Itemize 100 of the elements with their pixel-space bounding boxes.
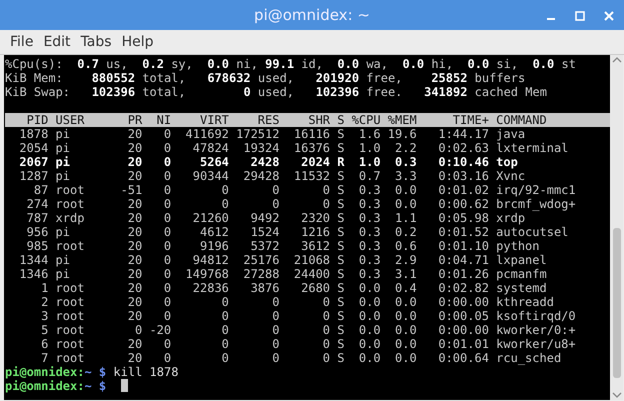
table-cell-text: 21260 (192, 211, 229, 225)
table-cell-text: 0.3 (394, 155, 417, 169)
table-cell-text: 0:02.63 (437, 141, 489, 155)
table-cell-text: 0.3 (358, 253, 381, 267)
table-cell-text: 0 (162, 253, 172, 267)
menu-item[interactable]: Help (118, 32, 158, 52)
table-cell-text: 2024 (300, 155, 330, 169)
table-cell-text: 2 (40, 295, 48, 309)
table-cell-text: 20 (126, 141, 142, 155)
table-cell-text: 0:01.10 (437, 239, 489, 253)
table-cell-text: 0 (322, 309, 330, 323)
table-cell-text: 3.3 (394, 169, 417, 183)
summary-line: KiB Swap: 102396 total, 0 used, 102396 free. 341892 cached Mem (5, 85, 548, 99)
table-cell-text: 0 (220, 295, 229, 309)
table-cell-text: 0.0 (394, 295, 417, 309)
table-cell-text: 20 (126, 253, 142, 267)
table-cell-text: 787 (26, 211, 48, 225)
prompt-host: pi@omnidex: (5, 365, 84, 379)
table-cell-text: 0.0 (394, 323, 417, 337)
table-cell: -20 (149, 323, 172, 337)
table-cell-text: pi (56, 267, 71, 281)
table-cell-text: 985 (26, 239, 48, 253)
scroll-up-icon[interactable] (610, 55, 622, 65)
text-cursor (120, 379, 128, 392)
table-cell-text: 0.0 (358, 281, 381, 295)
column-header[interactable]: PID (12, 113, 48, 127)
table-cell-text: root (56, 323, 86, 337)
table-cell-text: 1216 (300, 225, 330, 239)
table-cell-text: 9492 (250, 211, 280, 225)
table-cell-text: 0 (271, 351, 280, 365)
table-cell-text: 87 (32, 183, 48, 197)
column-header[interactable]: S (337, 113, 344, 127)
table-cell: 172512 (236, 127, 280, 141)
menu-item[interactable]: Tabs (76, 32, 116, 52)
table-cell-text: 0.0 (394, 351, 417, 365)
column-header[interactable]: PR (120, 113, 142, 127)
table-cell-text: xrdp (496, 211, 526, 225)
menu-item[interactable]: File (6, 32, 38, 52)
table-cell-text: 0 (322, 323, 330, 337)
table-cell-text: 2054 (18, 141, 48, 155)
table-cell-text: 0.3 (358, 239, 381, 253)
table-cell: S (337, 211, 344, 225)
table-cell-text: 0.0 (394, 197, 417, 211)
column-header[interactable]: RES (236, 113, 280, 127)
table-cell-text: 0 (162, 211, 172, 225)
table-cell-text: 0.0 (394, 309, 417, 323)
scroll-down-icon[interactable] (610, 390, 622, 400)
table-cell-text: 0 (322, 295, 330, 309)
table-cell-text: 16376 (292, 141, 330, 155)
column-header[interactable]: USER (56, 113, 114, 127)
table-cell-text: 0.3 (358, 267, 381, 281)
column-header[interactable]: TIME+ (424, 113, 489, 127)
column-header[interactable]: %CPU (352, 113, 381, 127)
scrollbar-thumb[interactable] (612, 228, 620, 378)
table-cell-text: 20 (126, 267, 142, 281)
table-cell-text: 1.1 (394, 211, 417, 225)
table-cell-text: 0 (162, 337, 172, 351)
table-cell-text: 149768 (184, 267, 229, 281)
table-cell-text: 0.3 (358, 211, 381, 225)
table-cell-text: 0 (134, 323, 142, 337)
column-header[interactable]: NI (149, 113, 172, 127)
column-header[interactable]: SHR (286, 113, 330, 127)
column-header[interactable]: VIRT (178, 113, 229, 127)
table-cell: S (337, 323, 344, 337)
table-cell-text: 0 (322, 197, 330, 211)
table-cell-text: 0:01.01 (437, 337, 489, 351)
table-cell-text: 20 (126, 337, 142, 351)
table-cell-text: 0 (271, 295, 280, 309)
close-icon[interactable] (602, 9, 616, 23)
table-cell-text: irq/92-mmc1 (496, 183, 577, 197)
table-cell-text: pi (56, 127, 71, 141)
table-cell-text: 0 (162, 351, 172, 365)
table-cell-text: systemd (496, 281, 548, 295)
table-cell-text: 5 (40, 323, 48, 337)
table-cell-text: 0:03.16 (437, 169, 489, 183)
table-cell-text: python (496, 239, 540, 253)
column-header[interactable]: %MEM (388, 113, 417, 127)
table-cell-text: 0 (220, 309, 229, 323)
table-cell-text: java (496, 127, 526, 141)
scrollbar[interactable] (610, 55, 623, 400)
table-cell-text: 0:01.02 (437, 183, 489, 197)
table-cell-text: root (56, 351, 86, 365)
table-cell-text: 3.1 (394, 267, 417, 281)
table-cell-text: 0 (162, 127, 172, 141)
column-header[interactable]: COMMAND (496, 113, 610, 127)
table-cell-text: 0 (162, 141, 172, 155)
table-cell-text: brcmf_wdog+ (496, 197, 577, 211)
maximize-icon[interactable] (573, 9, 587, 23)
table-cell-text: pi (56, 155, 71, 169)
table-cell-text: 0:00.00 (437, 295, 489, 309)
table-cell-text: 24400 (292, 267, 330, 281)
table-cell-text: 0 (322, 183, 330, 197)
table-cell-text: 0:01.26 (437, 267, 489, 281)
table-cell-text: 20 (126, 169, 142, 183)
table-cell-text: 0 (162, 225, 172, 239)
table-cell-text: root (56, 309, 86, 323)
table-cell-text: 0 (162, 309, 172, 323)
prompt-path: ~ $ (84, 379, 106, 393)
table-cell-text: 0 (162, 267, 172, 281)
menu-item[interactable]: Edit (39, 32, 75, 52)
